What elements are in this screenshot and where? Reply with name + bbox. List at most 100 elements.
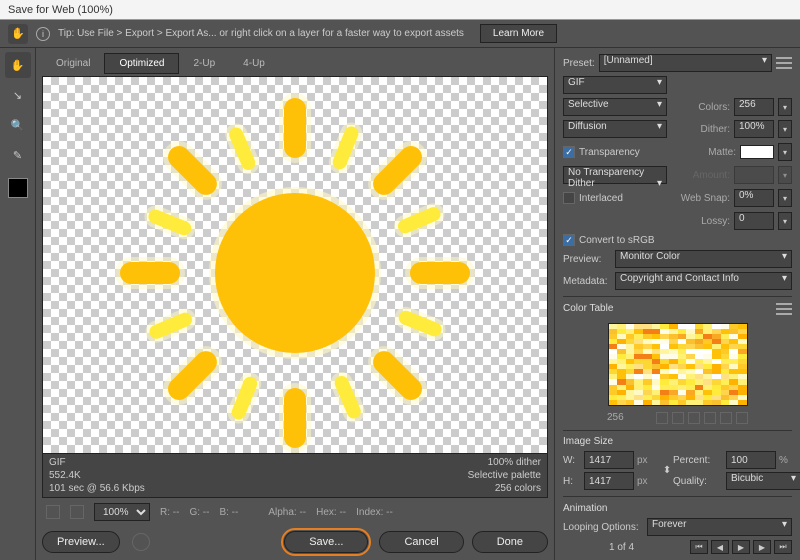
tab-4up[interactable]: 4-Up [229, 54, 279, 73]
tab-original[interactable]: Original [42, 54, 104, 73]
trans-dither-select[interactable]: No Transparency Dither▾ [563, 166, 667, 184]
last-frame-button[interactable]: ⏭ [774, 540, 792, 554]
transparency-checkbox[interactable] [563, 146, 575, 158]
ct-icon-3[interactable] [688, 412, 700, 424]
quality-select[interactable]: Bicubic▾ [726, 472, 800, 490]
status-index: Index: -- [356, 507, 393, 518]
toggle-slice2-icon[interactable] [70, 505, 84, 519]
info-icon: i [36, 27, 50, 41]
amount-stepper: ▾ [778, 166, 792, 184]
loop-label: Looping Options: [563, 522, 643, 533]
colortable-label: Color Table [563, 303, 613, 314]
h-unit: px [637, 476, 661, 487]
cancel-button[interactable]: Cancel [379, 531, 463, 553]
colortable-count: 256 [607, 412, 624, 423]
hand-tool[interactable]: ✋ [5, 52, 31, 78]
w-label: W: [563, 455, 581, 466]
hand-tool-icon[interactable]: ✋ [8, 24, 28, 44]
ct-icon-4[interactable] [704, 412, 716, 424]
preset-select[interactable]: [Unnamed]▾ [599, 54, 772, 72]
done-button[interactable]: Done [472, 531, 548, 553]
status-hex: Hex: -- [316, 507, 346, 518]
colortable-menu-icon[interactable] [776, 303, 792, 315]
preview-button[interactable]: Preview... [42, 531, 120, 553]
meta-format: GIF [49, 457, 145, 468]
animation-label: Animation [563, 503, 792, 514]
ct-icon-2[interactable] [672, 412, 684, 424]
matte-swatch[interactable] [740, 145, 774, 159]
metadata-label: Metadata: [563, 276, 611, 287]
websnap-label: Web Snap: [680, 193, 730, 204]
status-g: G: -- [189, 507, 209, 518]
tab-2up[interactable]: 2-Up [179, 54, 229, 73]
websnap-stepper[interactable]: ▾ [778, 189, 792, 207]
learn-more-button[interactable]: Learn More [480, 24, 557, 43]
format-select[interactable]: GIF▾ [563, 76, 667, 94]
color-swatch[interactable] [8, 178, 28, 198]
zoom-tool[interactable]: 🔍 [5, 112, 31, 138]
status-r: R: -- [160, 507, 179, 518]
w-unit: px [637, 455, 661, 466]
lossy-label: Lossy: [680, 216, 730, 227]
ct-trash-icon[interactable] [736, 412, 748, 424]
colors-input[interactable]: 256 [734, 98, 774, 116]
height-input[interactable] [584, 472, 634, 490]
save-highlight-ring: Save... [281, 528, 371, 556]
preview-select[interactable]: Monitor Color▾ [615, 250, 792, 268]
dither-input[interactable]: 100% [734, 120, 774, 138]
percent-label: Percent: [673, 455, 723, 466]
quality-label: Quality: [673, 476, 723, 487]
dither-stepper[interactable]: ▾ [778, 120, 792, 138]
status-bar: 100% R: -- G: -- B: -- Alpha: -- Hex: --… [42, 502, 548, 522]
link-icon[interactable]: ⬍ [664, 465, 670, 476]
meta-colors: 256 colors [468, 483, 541, 494]
matte-stepper[interactable]: ▾ [778, 143, 792, 161]
reduction-select[interactable]: Selective▾ [563, 98, 667, 116]
view-tabs: Original Optimized 2-Up 4-Up [42, 52, 548, 74]
preset-menu-icon[interactable] [776, 57, 792, 69]
ct-icon-1[interactable] [656, 412, 668, 424]
preview-label: Preview: [563, 254, 611, 265]
save-button[interactable]: Save... [284, 531, 368, 553]
preset-label: Preset: [563, 58, 595, 69]
play-button[interactable]: ▶ [732, 540, 750, 554]
next-frame-button[interactable]: ▶ [753, 540, 771, 554]
percent-unit: % [779, 455, 800, 466]
meta-size: 552.4K [49, 470, 145, 481]
sun-artwork [215, 193, 375, 353]
slice-select-tool[interactable]: ↘ [5, 82, 31, 108]
meta-dither: 100% dither [468, 457, 541, 468]
toggle-slice-icon[interactable] [46, 505, 60, 519]
preview-meta: GIF 552.4K 101 sec @ 56.6 Kbps 100% dith… [42, 454, 548, 498]
colors-stepper[interactable]: ▾ [778, 98, 792, 116]
srgb-checkbox[interactable] [563, 234, 575, 246]
interlaced-checkbox[interactable] [563, 192, 575, 204]
zoom-select[interactable]: 100% [94, 503, 150, 521]
window-title: Save for Web (100%) [8, 4, 113, 16]
settings-panel: Preset: [Unnamed]▾ GIF▾ Selective▾ Color… [554, 48, 800, 560]
dither-method-select[interactable]: Diffusion▾ [563, 120, 667, 138]
tip-text: Tip: Use File > Export > Export As... or… [58, 28, 464, 39]
percent-input[interactable] [726, 451, 776, 469]
status-b: B: -- [219, 507, 238, 518]
tab-optimized[interactable]: Optimized [104, 53, 179, 74]
frame-indicator: 1 of 4 [609, 542, 634, 553]
loop-select[interactable]: Forever▾ [647, 518, 792, 536]
imagesize-label: Image Size [563, 436, 792, 447]
lossy-input[interactable]: 0 [734, 212, 774, 230]
ct-icon-5[interactable] [720, 412, 732, 424]
h-label: H: [563, 476, 581, 487]
first-frame-button[interactable]: ⏮ [690, 540, 708, 554]
browser-icon[interactable] [132, 533, 150, 551]
bottom-buttons: Preview... Save... Cancel Done [42, 522, 548, 556]
metadata-select[interactable]: Copyright and Contact Info▾ [615, 272, 792, 290]
color-table[interactable] [608, 323, 748, 406]
lossy-stepper[interactable]: ▾ [778, 212, 792, 230]
eyedropper-tool[interactable]: ✎ [5, 142, 31, 168]
width-input[interactable] [584, 451, 634, 469]
websnap-input[interactable]: 0% [734, 189, 774, 207]
srgb-label: Convert to sRGB [579, 235, 655, 246]
preview-canvas[interactable] [42, 76, 548, 454]
meta-time: 101 sec @ 56.6 Kbps [49, 483, 145, 494]
prev-frame-button[interactable]: ◀ [711, 540, 729, 554]
